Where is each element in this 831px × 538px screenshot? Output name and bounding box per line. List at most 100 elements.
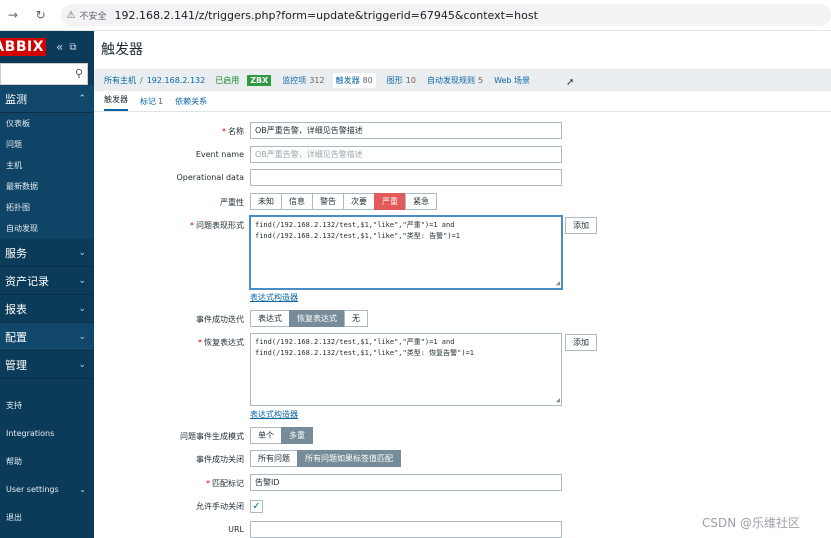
required-asterisk: *: [190, 221, 194, 230]
url-label: URL: [228, 525, 244, 534]
ok-event-none[interactable]: 无: [344, 310, 368, 327]
closes-tag-match[interactable]: 所有问题如果标签值匹配: [297, 450, 401, 467]
back-arrow-icon[interactable]: →: [3, 5, 23, 25]
menu-administration[interactable]: 管理 ⌄: [0, 351, 94, 379]
menu-monitoring[interactable]: 监测 ⌃: [0, 85, 94, 113]
submenu-monitoring: 仪表板 问题 主机 最新数据 拓扑图 自动发现: [0, 113, 94, 239]
kiosk-mode-icon[interactable]: ⧉: [69, 42, 76, 53]
tab-dependencies[interactable]: 依赖关系: [175, 96, 207, 111]
event-name-input[interactable]: OB严重告警，详细见告警描述: [250, 146, 562, 163]
logout-link[interactable]: 退出: [0, 503, 94, 531]
severity-disaster[interactable]: 紧急: [405, 193, 437, 210]
severity-information[interactable]: 信息: [281, 193, 313, 210]
zabbix-logo[interactable]: ABBIX: [0, 38, 46, 56]
breadcrumb-items[interactable]: 监控项 312: [282, 75, 324, 86]
search-icon[interactable]: ⚲: [75, 67, 83, 80]
submenu-item-maps[interactable]: 拓扑图: [0, 197, 94, 218]
menu-label: 服务: [5, 246, 27, 260]
tab-label: 标记: [140, 97, 156, 106]
chevron-down-icon: ⌄: [78, 331, 86, 342]
chevron-down-icon: ⌄: [78, 247, 86, 258]
breadcrumb-all-hosts[interactable]: 所有主机: [104, 75, 136, 86]
generation-single[interactable]: 单个: [250, 427, 282, 444]
breadcrumb-triggers[interactable]: 触发器 80: [332, 72, 376, 88]
severity-selector: 未知 信息 警告 次要 严重 紧急: [250, 193, 437, 210]
resize-handle-icon[interactable]: ◢: [556, 280, 560, 287]
add-problem-expression-button[interactable]: 添加: [565, 217, 597, 234]
ok-event-recovery-expression[interactable]: 恢复表达式: [289, 310, 345, 327]
triggers-count: 80: [362, 75, 373, 85]
name-input[interactable]: OB严重告警，详细见告警描述: [250, 122, 562, 139]
breadcrumb-host[interactable]: 192.168.2.132: [147, 76, 206, 85]
problem-expression-text: find(/192.168.2.132/test,$1,"like","严重")…: [255, 221, 461, 240]
triggers-label: 触发器: [335, 75, 360, 85]
submenu-item-hosts[interactable]: 主机: [0, 155, 94, 176]
recovery-expression-text: find(/192.168.2.132/test,$1,"like","严重")…: [255, 338, 475, 357]
problem-expression-textarea[interactable]: find(/192.168.2.132/test,$1,"like","严重")…: [250, 216, 562, 289]
tab-count: 1: [158, 97, 164, 106]
operational-data-input[interactable]: [250, 169, 562, 186]
match-tag-input[interactable]: 告警ID: [250, 474, 562, 491]
submenu-item-dashboard[interactable]: 仪表板: [0, 113, 94, 134]
sidebar-bottom-links: 支持 Integrations 帮助 User settings ⌄ 退出: [0, 391, 94, 531]
reload-icon[interactable]: ↻: [31, 5, 51, 25]
chevron-down-icon: ⌄: [78, 303, 86, 314]
severity-not-classified[interactable]: 未知: [250, 193, 282, 210]
severity-label: 严重性: [220, 198, 244, 207]
add-recovery-expression-button[interactable]: 添加: [565, 334, 597, 351]
ok-event-expression[interactable]: 表达式: [250, 310, 290, 327]
collapse-icon[interactable]: «: [56, 40, 63, 54]
help-link[interactable]: 帮助: [0, 447, 94, 475]
problem-event-generation-label: 问题事件生成模式: [180, 432, 244, 441]
menu-inventory[interactable]: 资产记录 ⌄: [0, 267, 94, 295]
severity-average[interactable]: 次要: [343, 193, 375, 210]
address-bar[interactable]: ⚠ 不安全 192.168.2.141/z/triggers.php?form=…: [60, 4, 831, 26]
recovery-expression-textarea[interactable]: find(/192.168.2.132/test,$1,"like","严重")…: [250, 333, 562, 406]
required-asterisk: *: [222, 127, 226, 136]
url-text[interactable]: 192.168.2.141/z/triggers.php?form=update…: [114, 9, 537, 22]
ok-event-closes-selector: 所有问题 所有问题如果标签值匹配: [250, 450, 401, 467]
web-label: Web 场景: [494, 75, 531, 85]
menu-label: 资产记录: [5, 274, 49, 288]
label-text: 名称: [228, 127, 244, 136]
severity-high[interactable]: 严重: [374, 193, 406, 210]
breadcrumb-discovery-rules[interactable]: 自动发现规则 5: [427, 75, 483, 86]
generation-multiple[interactable]: 多重: [281, 427, 313, 444]
breadcrumb-separator: /: [140, 75, 143, 85]
integrations-link[interactable]: Integrations: [0, 419, 94, 447]
severity-warning[interactable]: 警告: [312, 193, 344, 210]
menu-label: 管理: [5, 358, 27, 372]
menu-configuration[interactable]: 配置 ⌄: [0, 323, 94, 351]
menu-services[interactable]: 服务 ⌄: [0, 239, 94, 267]
match-tag-label: * 匹配标记: [94, 478, 244, 489]
items-count: 312: [309, 75, 325, 85]
user-settings-label: User settings: [6, 484, 59, 494]
graphs-label: 图形: [386, 75, 403, 85]
tab-tags[interactable]: 标记 1: [140, 96, 163, 111]
breadcrumb-web-scenarios[interactable]: Web 场景: [494, 75, 530, 86]
breadcrumb-graphs[interactable]: 图形 10: [387, 75, 416, 86]
main-content: 触发器 所有主机 / 192.168.2.132 已启用 ZBX 监控项 312 …: [94, 31, 831, 538]
label-text: 匹配标记: [212, 479, 244, 488]
zbx-badge: ZBX: [247, 74, 272, 86]
name-label: * 名称: [94, 126, 244, 137]
url-input[interactable]: [250, 521, 562, 538]
ok-event-generation-label: 事件成功迭代: [196, 315, 244, 324]
user-settings-link[interactable]: User settings ⌄: [0, 475, 94, 503]
submenu-item-problems[interactable]: 问题: [0, 134, 94, 155]
menu-reports[interactable]: 报表 ⌄: [0, 295, 94, 323]
recovery-expression-builder-link[interactable]: 表达式构造器: [250, 409, 298, 420]
menu-label: 监测: [5, 92, 27, 106]
sidebar-search-input[interactable]: ⚲: [0, 63, 88, 85]
host-breadcrumb: 所有主机 / 192.168.2.132 已启用 ZBX 监控项 312 触发器 8…: [94, 69, 831, 91]
graphs-count: 10: [405, 75, 416, 85]
problem-expression-builder-link[interactable]: 表达式构造器: [250, 292, 298, 303]
resize-handle-icon[interactable]: ◢: [556, 397, 560, 404]
support-link[interactable]: 支持: [0, 391, 94, 419]
tab-trigger[interactable]: 触发器: [104, 94, 128, 111]
submenu-item-latest-data[interactable]: 最新数据: [0, 176, 94, 197]
host-status[interactable]: 已启用: [215, 75, 239, 86]
submenu-item-discovery[interactable]: 自动发现: [0, 218, 94, 239]
closes-all-problems[interactable]: 所有问题: [250, 450, 298, 467]
manual-close-checkbox[interactable]: ✓: [250, 500, 263, 513]
